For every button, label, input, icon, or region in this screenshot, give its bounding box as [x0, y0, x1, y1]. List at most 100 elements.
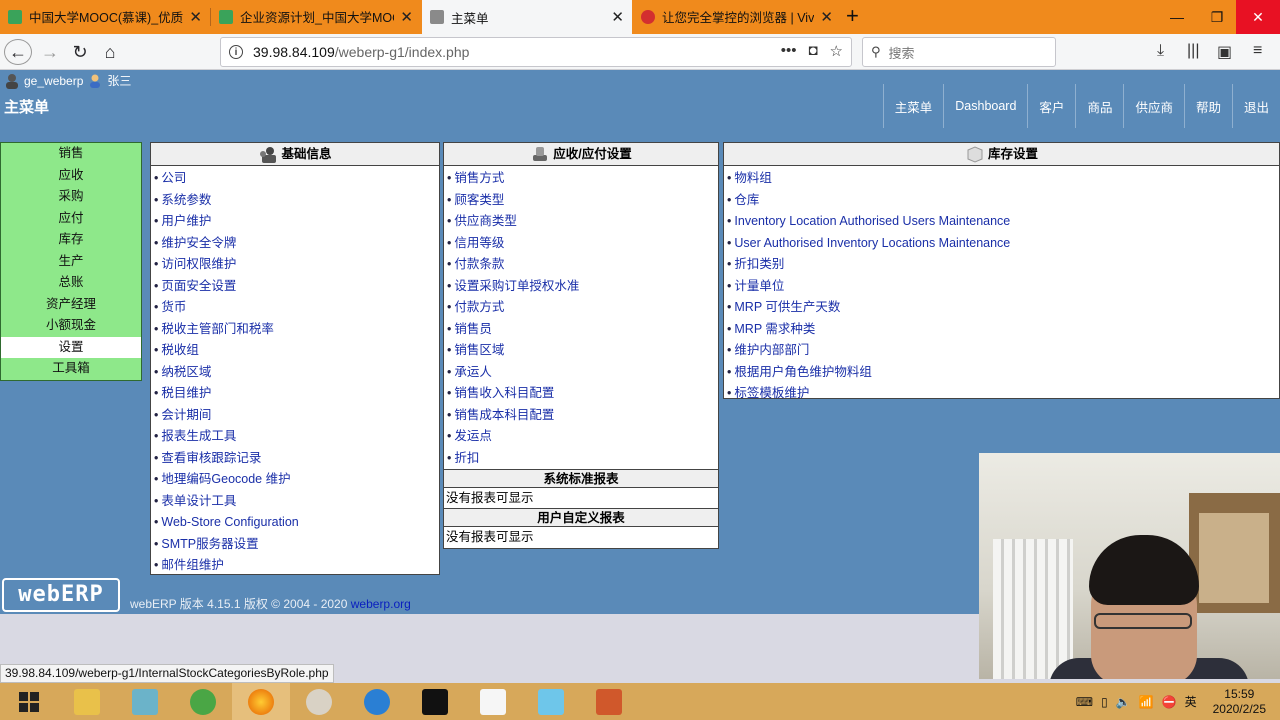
menu-link-item[interactable]: • 信用等级	[444, 233, 718, 255]
top-menu-customers[interactable]: 客户	[1027, 84, 1075, 128]
restore-window-icon[interactable]: ❐	[1198, 0, 1236, 34]
browser-tab-erp-course[interactable]: 企业资源计划_中国大学MOOC ✕	[211, 0, 421, 33]
menu-link-label[interactable]: 折扣类别	[734, 257, 784, 271]
menu-link-label[interactable]: 税收主管部门和税率	[161, 322, 274, 336]
module-manufacturing[interactable]: 生产	[1, 251, 141, 273]
menu-link-item[interactable]: • 页面安全设置	[151, 276, 439, 298]
menu-link-label[interactable]: 维护内部部门	[734, 343, 809, 357]
menu-link-label[interactable]: 计量单位	[734, 279, 784, 293]
menu-link-item[interactable]: • 邮件组维护	[151, 555, 439, 577]
close-window-icon[interactable]: ✕	[1236, 0, 1280, 34]
menu-link-label[interactable]: 查看审核跟踪记录	[161, 451, 261, 465]
pocket-icon[interactable]: ◘	[808, 42, 817, 60]
menu-link-label[interactable]: 税收组	[161, 343, 199, 357]
menu-link-item[interactable]: • 折扣	[444, 448, 718, 470]
network-icon[interactable]: 📶	[1139, 695, 1154, 709]
menu-link-label[interactable]: Web-Store Configuration	[161, 515, 298, 529]
menu-link-item[interactable]: • MRP 可供生产天数	[724, 297, 1279, 319]
menu-link-label[interactable]: 税目维护	[161, 386, 211, 400]
hamburger-menu-icon[interactable]: ≡	[1253, 42, 1262, 60]
menu-link-item[interactable]: • 税目维护	[151, 383, 439, 405]
menu-link-label[interactable]: 销售收入科目配置	[454, 386, 554, 400]
input-language[interactable]: 英	[1185, 693, 1197, 710]
taskbar-paint[interactable]	[290, 683, 348, 720]
menu-link-item[interactable]: • 维护安全令牌	[151, 233, 439, 255]
taskbar-live-app[interactable]	[522, 683, 580, 720]
menu-link-label[interactable]: 信用等级	[454, 236, 504, 250]
footer-weberp-link[interactable]: weberp.org	[351, 597, 411, 611]
menu-link-label[interactable]: 邮件组维护	[161, 558, 224, 572]
taskbar-ie[interactable]	[348, 683, 406, 720]
top-menu-items[interactable]: 商品	[1075, 84, 1123, 128]
menu-link-label[interactable]: 页面安全设置	[161, 279, 236, 293]
menu-link-item[interactable]: • 付款方式	[444, 297, 718, 319]
menu-link-label[interactable]: SMTP服务器设置	[161, 537, 258, 551]
menu-link-label[interactable]: 设置采购订单授权水准	[454, 279, 579, 293]
menu-link-item[interactable]: • 销售成本科目配置	[444, 405, 718, 427]
menu-link-item[interactable]: • 用户维护	[151, 211, 439, 233]
menu-link-item[interactable]: • 销售收入科目配置	[444, 383, 718, 405]
menu-link-item[interactable]: • 销售方式	[444, 168, 718, 190]
taskbar-document[interactable]	[464, 683, 522, 720]
close-icon[interactable]: ✕	[611, 8, 624, 26]
menu-link-label[interactable]: 表单设计工具	[161, 494, 236, 508]
module-purchasing[interactable]: 采购	[1, 186, 141, 208]
forward-arrow-icon[interactable]: →	[36, 39, 64, 65]
menu-link-label[interactable]: 报表生成工具	[161, 429, 236, 443]
top-menu-dashboard[interactable]: Dashboard	[943, 84, 1027, 128]
close-icon[interactable]: ✕	[189, 8, 202, 26]
menu-link-label[interactable]: Inventory Location Authorised Users Main…	[734, 214, 1010, 228]
menu-link-label[interactable]: 承运人	[454, 365, 492, 379]
menu-link-label[interactable]: MRP 需求种类	[734, 322, 815, 336]
taskbar-cmd[interactable]	[406, 683, 464, 720]
download-icon[interactable]: ⤓	[1157, 42, 1164, 60]
module-inventory[interactable]: 库存	[1, 229, 141, 251]
menu-link-label[interactable]: 根据用户角色维护物料组	[734, 365, 872, 379]
minimize-window-icon[interactable]: —	[1158, 0, 1196, 34]
menu-link-label[interactable]: 纳税区域	[161, 365, 211, 379]
back-arrow-icon[interactable]: ←	[4, 39, 32, 65]
module-setup[interactable]: 设置	[1, 336, 141, 358]
home-icon[interactable]: ⌂	[96, 39, 124, 65]
menu-link-item[interactable]: • MRP 需求种类	[724, 319, 1279, 341]
menu-link-item[interactable]: • SMTP服务器设置	[151, 534, 439, 556]
menu-link-label[interactable]: 付款方式	[454, 300, 504, 314]
menu-link-label[interactable]: 物料组	[734, 171, 772, 185]
top-menu-main[interactable]: 主菜单	[882, 84, 944, 128]
menu-link-item[interactable]: • Web-Store Configuration	[151, 512, 439, 534]
menu-link-item[interactable]: • 付款条款	[444, 254, 718, 276]
taskbar-firefox[interactable]	[232, 683, 290, 720]
browser-tab-main-menu[interactable]: 主菜单 ✕	[422, 0, 632, 34]
menu-link-item[interactable]: • 销售区域	[444, 340, 718, 362]
page-actions-icon[interactable]: •••	[781, 42, 797, 60]
module-asset-manager[interactable]: 资产经理	[1, 294, 141, 316]
keyboard-icon[interactable]: ⌨	[1076, 695, 1093, 709]
menu-link-item[interactable]: • 纳税区域	[151, 362, 439, 384]
menu-link-item[interactable]: • 查看审核跟踪记录	[151, 448, 439, 470]
menu-link-label[interactable]: 地理编码Geocode 维护	[161, 472, 290, 486]
start-button[interactable]	[0, 683, 58, 720]
menu-link-label[interactable]: 系统参数	[161, 193, 211, 207]
menu-link-item[interactable]: • User Authorised Inventory Locations Mai…	[724, 233, 1279, 255]
menu-link-item[interactable]: • 折扣类别	[724, 254, 1279, 276]
clock[interactable]: 15:59 2020/2/25	[1213, 687, 1266, 717]
menu-link-item[interactable]: • Inventory Location Authorised Users Mai…	[724, 211, 1279, 233]
menu-link-item[interactable]: • 税收主管部门和税率	[151, 319, 439, 341]
new-tab-plus-icon[interactable]: +	[846, 4, 859, 28]
browser-tab-vivaldi[interactable]: 让您完全掌控的浏览器 | Vivaldi ✕	[633, 0, 841, 33]
address-bar[interactable]: i 39.98.84.109/weberp-g1/index.php ••• ◘…	[220, 37, 852, 67]
menu-link-label[interactable]: 会计期间	[161, 408, 211, 422]
top-menu-help[interactable]: 帮助	[1183, 84, 1232, 128]
menu-link-label[interactable]: 发运点	[454, 429, 492, 443]
menu-link-item[interactable]: • 地理编码Geocode 维护	[151, 469, 439, 491]
device-icon[interactable]: ▯	[1101, 695, 1108, 709]
menu-link-item[interactable]: • 访问权限维护	[151, 254, 439, 276]
menu-link-item[interactable]: • 系统参数	[151, 190, 439, 212]
menu-link-item[interactable]: • 根据用户角色维护物料组	[724, 362, 1279, 384]
menu-link-item[interactable]: • 表单设计工具	[151, 491, 439, 513]
reload-icon[interactable]: ↻	[66, 39, 94, 65]
volume-icon[interactable]: 🔈	[1116, 695, 1131, 709]
menu-link-label[interactable]: 仓库	[734, 193, 759, 207]
module-payables[interactable]: 应付	[1, 208, 141, 230]
menu-link-item[interactable]: • 税收组	[151, 340, 439, 362]
